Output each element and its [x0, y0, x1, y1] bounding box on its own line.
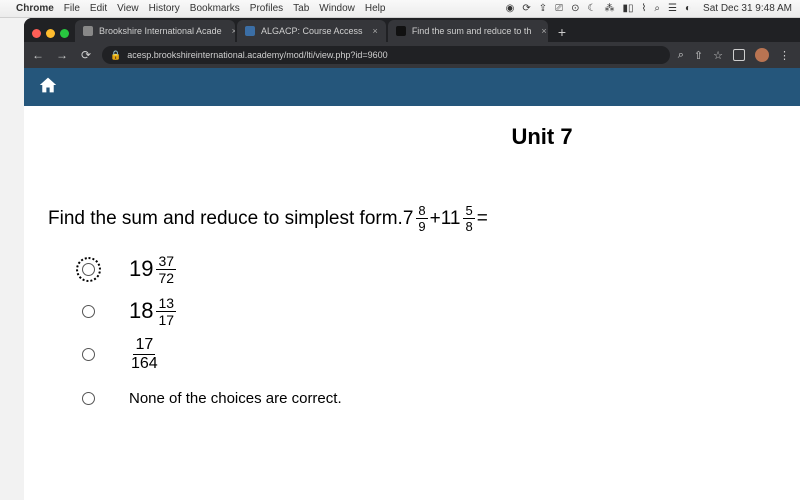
reload-icon[interactable]: ⟳: [78, 48, 94, 62]
operand-a-num: 8: [416, 204, 427, 219]
unit-title: Unit 7: [308, 124, 776, 150]
tab-title: ALGACP: Course Access: [261, 26, 363, 36]
menu-app[interactable]: Chrome: [16, 3, 54, 14]
lock-icon: 🔒: [110, 50, 121, 61]
address-bar[interactable]: 🔒 acesp.brookshireinternational.academy/…: [102, 46, 670, 64]
ans-a-whole: 19: [129, 256, 153, 282]
record-icon[interactable]: ◉: [506, 3, 515, 14]
new-tab-button[interactable]: +: [550, 24, 574, 42]
question-prompt: Find the sum and reduce to simplest form…: [48, 208, 403, 230]
operand-a-den: 9: [418, 219, 425, 233]
ans-b-whole: 18: [129, 298, 153, 324]
operand-b-den: 8: [465, 219, 472, 233]
siri-icon[interactable]: ◐: [685, 3, 691, 14]
menubar-clock[interactable]: Sat Dec 31 9:48 AM: [703, 3, 792, 14]
favicon-icon: [396, 26, 406, 36]
tab-1[interactable]: Brookshire International Acade ×: [75, 20, 235, 42]
answer-option-c[interactable]: 17 164: [82, 337, 776, 372]
ans-c-num: 17: [133, 337, 155, 355]
tab-title: Find the sum and reduce to th: [412, 26, 532, 36]
display-icon[interactable]: ⎚: [555, 3, 563, 14]
menu-bookmarks[interactable]: Bookmarks: [190, 3, 240, 14]
bookmark-icon[interactable]: ☆: [713, 49, 723, 62]
menu-view[interactable]: View: [117, 3, 139, 14]
operand-b-whole: 11: [441, 208, 461, 230]
radio-icon[interactable]: [82, 305, 95, 318]
battery-icon[interactable]: ▮▯: [623, 3, 634, 14]
close-tab-icon[interactable]: ×: [541, 26, 546, 36]
tab-3-active[interactable]: Find the sum and reduce to th ×: [388, 20, 548, 42]
plus-sign: +: [430, 208, 441, 230]
equals-sign: =: [477, 208, 488, 230]
mac-menubar: Chrome File Edit View History Bookmarks …: [0, 0, 800, 18]
ans-c-den: 164: [131, 355, 158, 372]
close-tab-icon[interactable]: ×: [373, 26, 378, 36]
menu-file[interactable]: File: [64, 3, 80, 14]
answer-option-b[interactable]: 18 13 17: [82, 295, 776, 327]
ans-a-den: 72: [158, 270, 174, 285]
menu-history[interactable]: History: [149, 3, 180, 14]
minimize-window-icon[interactable]: [46, 29, 55, 38]
window-controls: [30, 29, 75, 42]
menu-window[interactable]: Window: [319, 3, 355, 14]
wifi-icon[interactable]: ⌇: [642, 3, 647, 14]
page-viewport: Unit 7 Find the sum and reduce to simple…: [24, 68, 800, 500]
ans-b-num: 13: [156, 296, 176, 312]
sync-icon[interactable]: ⟳: [522, 3, 530, 14]
ans-d-text: None of the choices are correct.: [129, 390, 342, 407]
operand-b-num: 5: [463, 204, 474, 219]
browser-toolbar: ← → ⟳ 🔒 acesp.brookshireinternational.ac…: [24, 42, 800, 68]
menubar-status-icons: ◉ ⟳ ⇪ ⎚ ⊙ ☾ ⁂ ▮▯ ⌇ ⌕ ☰ ◐ Sat Dec 31 9:48…: [506, 3, 792, 14]
answer-option-a[interactable]: 19 37 72: [82, 253, 776, 285]
question-text: Find the sum and reduce to simplest form…: [48, 204, 776, 233]
bluetooth-icon[interactable]: ⁂: [605, 3, 615, 14]
url-text: acesp.brookshireinternational.academy/mo…: [127, 50, 387, 60]
answer-option-d[interactable]: None of the choices are correct.: [82, 382, 776, 414]
moon-icon[interactable]: ☾: [588, 3, 597, 14]
search-icon[interactable]: ⌕: [654, 3, 660, 14]
clock-icon[interactable]: ⊙: [571, 3, 579, 14]
search-page-icon[interactable]: ⌕: [678, 49, 684, 62]
input-icon[interactable]: ⇪: [539, 3, 547, 14]
close-tab-icon[interactable]: ×: [232, 26, 235, 36]
share-icon[interactable]: ⇧: [694, 49, 703, 62]
menu-edit[interactable]: Edit: [90, 3, 107, 14]
answer-list: 19 37 72 18 13 17: [82, 253, 776, 414]
operand-a-whole: 7: [403, 208, 414, 230]
zoom-window-icon[interactable]: [60, 29, 69, 38]
close-window-icon[interactable]: [32, 29, 41, 38]
favicon-icon: [83, 26, 93, 36]
kebab-menu-icon[interactable]: ⋮: [779, 49, 790, 62]
ans-b-den: 17: [158, 312, 174, 327]
home-icon[interactable]: [38, 76, 58, 99]
course-header: [24, 68, 800, 106]
radio-icon[interactable]: [82, 263, 95, 276]
ans-a-num: 37: [156, 254, 176, 270]
control-center-icon[interactable]: ☰: [668, 3, 677, 14]
chrome-window: Brookshire International Acade × ALGACP:…: [24, 18, 800, 500]
favicon-icon: [245, 26, 255, 36]
menu-profiles[interactable]: Profiles: [250, 3, 283, 14]
profile-avatar[interactable]: [755, 48, 769, 62]
forward-icon[interactable]: →: [54, 48, 70, 62]
radio-icon[interactable]: [82, 392, 95, 405]
extensions-icon[interactable]: [733, 49, 745, 61]
back-icon[interactable]: ←: [30, 48, 46, 62]
tab-strip: Brookshire International Acade × ALGACP:…: [24, 18, 800, 42]
tab-title: Brookshire International Acade: [99, 26, 222, 36]
menu-help[interactable]: Help: [365, 3, 386, 14]
radio-icon[interactable]: [82, 348, 95, 361]
tab-2[interactable]: ALGACP: Course Access ×: [237, 20, 386, 42]
menu-tab[interactable]: Tab: [293, 3, 309, 14]
